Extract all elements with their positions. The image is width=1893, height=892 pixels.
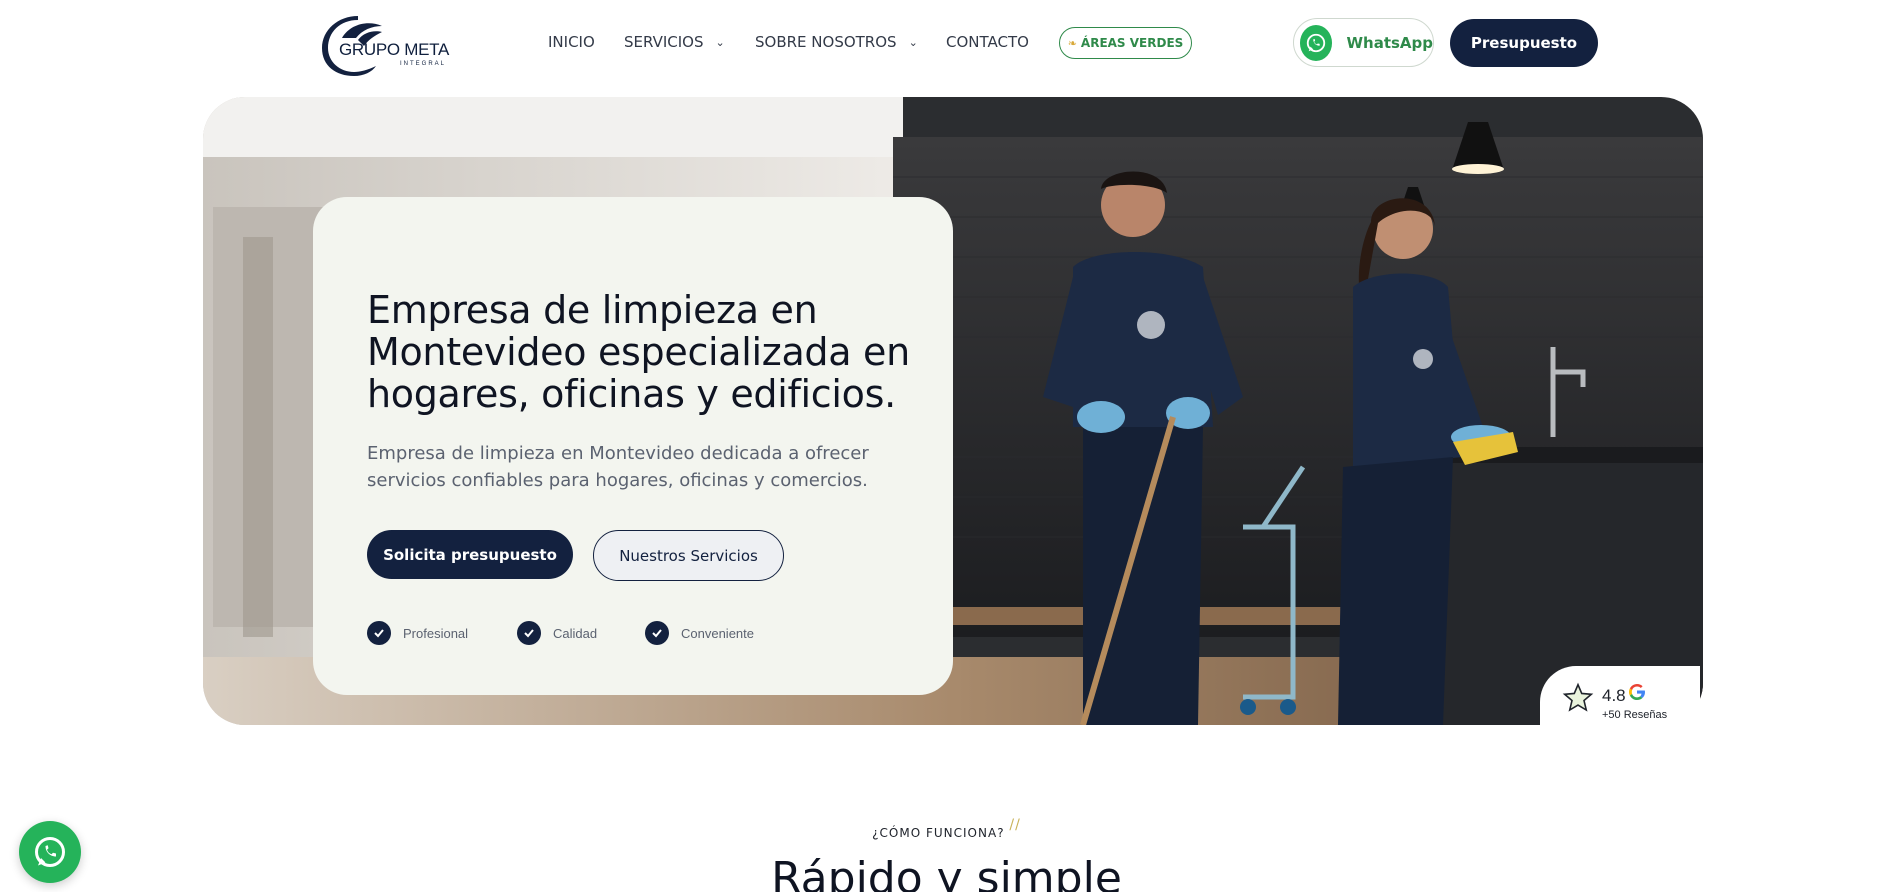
check-icon (367, 621, 391, 645)
section-title: Rápido y simple (771, 853, 1122, 892)
feature-label: Profesional (403, 625, 469, 641)
whatsapp-icon (35, 837, 65, 867)
review-count: +50 Reseñas (1602, 709, 1668, 721)
site-header: GRUPO META INTEGRAL INICIO SERVICIOS ⌄ S… (0, 0, 1893, 86)
nav-label: SOBRE NOSOTROS (755, 33, 897, 51)
logo-text: GRUPO META (339, 40, 450, 59)
whatsapp-label: WhatsApp (1346, 33, 1433, 52)
chevron-down-icon: ⌄ (908, 35, 918, 49)
feature-item: Profesional (367, 621, 468, 645)
chevron-down-icon: ⌄ (715, 35, 725, 49)
floating-whatsapp-button[interactable] (19, 821, 81, 883)
review-score: 4.8 (1602, 686, 1626, 705)
section-eyebrow: ¿CÓMO FUNCIONA? // (0, 817, 1893, 841)
google-icon (1629, 684, 1645, 700)
nav-item-servicios[interactable]: SERVICIOS ⌄ (624, 30, 725, 54)
check-icon (645, 621, 669, 645)
check-icon (517, 621, 541, 645)
slash-decoration-icon: // (1009, 817, 1021, 833)
solicita-presupuesto-button[interactable]: Solicita presupuesto (367, 530, 573, 579)
whatsapp-icon (1300, 24, 1333, 61)
whatsapp-button[interactable]: WhatsApp (1293, 18, 1434, 67)
feature-item: Conveniente (645, 621, 754, 645)
nav-item-contacto[interactable]: CONTACTO (946, 30, 1029, 54)
section-eyebrow-text: ¿CÓMO FUNCIONA? (872, 826, 1005, 840)
nav-label: INICIO (548, 33, 595, 51)
presupuesto-button[interactable]: Presupuesto (1450, 19, 1598, 67)
nav-item-sobre-nosotros[interactable]: SOBRE NOSOTROS ⌄ (755, 30, 918, 54)
nuestros-servicios-button[interactable]: Nuestros Servicios (593, 530, 784, 581)
nav-item-inicio[interactable]: INICIO (548, 30, 595, 54)
logo-subtext: INTEGRAL (400, 61, 447, 67)
nav-label: CONTACTO (946, 33, 1029, 51)
feature-label: Calidad (553, 625, 598, 641)
feature-item: Calidad (517, 621, 597, 645)
nav-label: SERVICIOS (624, 33, 704, 51)
areas-verdes-button[interactable]: ❧ ÁREAS VERDES (1059, 27, 1192, 59)
review-badge[interactable]: 4.8 +50 Reseñas (1540, 666, 1700, 738)
feature-label: Conveniente (681, 625, 754, 641)
areas-verdes-label: ÁREAS VERDES (1080, 36, 1184, 50)
hero-title: Empresa de limpieza en Montevideo especi… (367, 288, 910, 416)
star-icon (1562, 682, 1594, 712)
hero-description: Empresa de limpieza en Montevideo dedica… (367, 443, 869, 491)
leaf-icon: ❧ (1067, 36, 1077, 50)
